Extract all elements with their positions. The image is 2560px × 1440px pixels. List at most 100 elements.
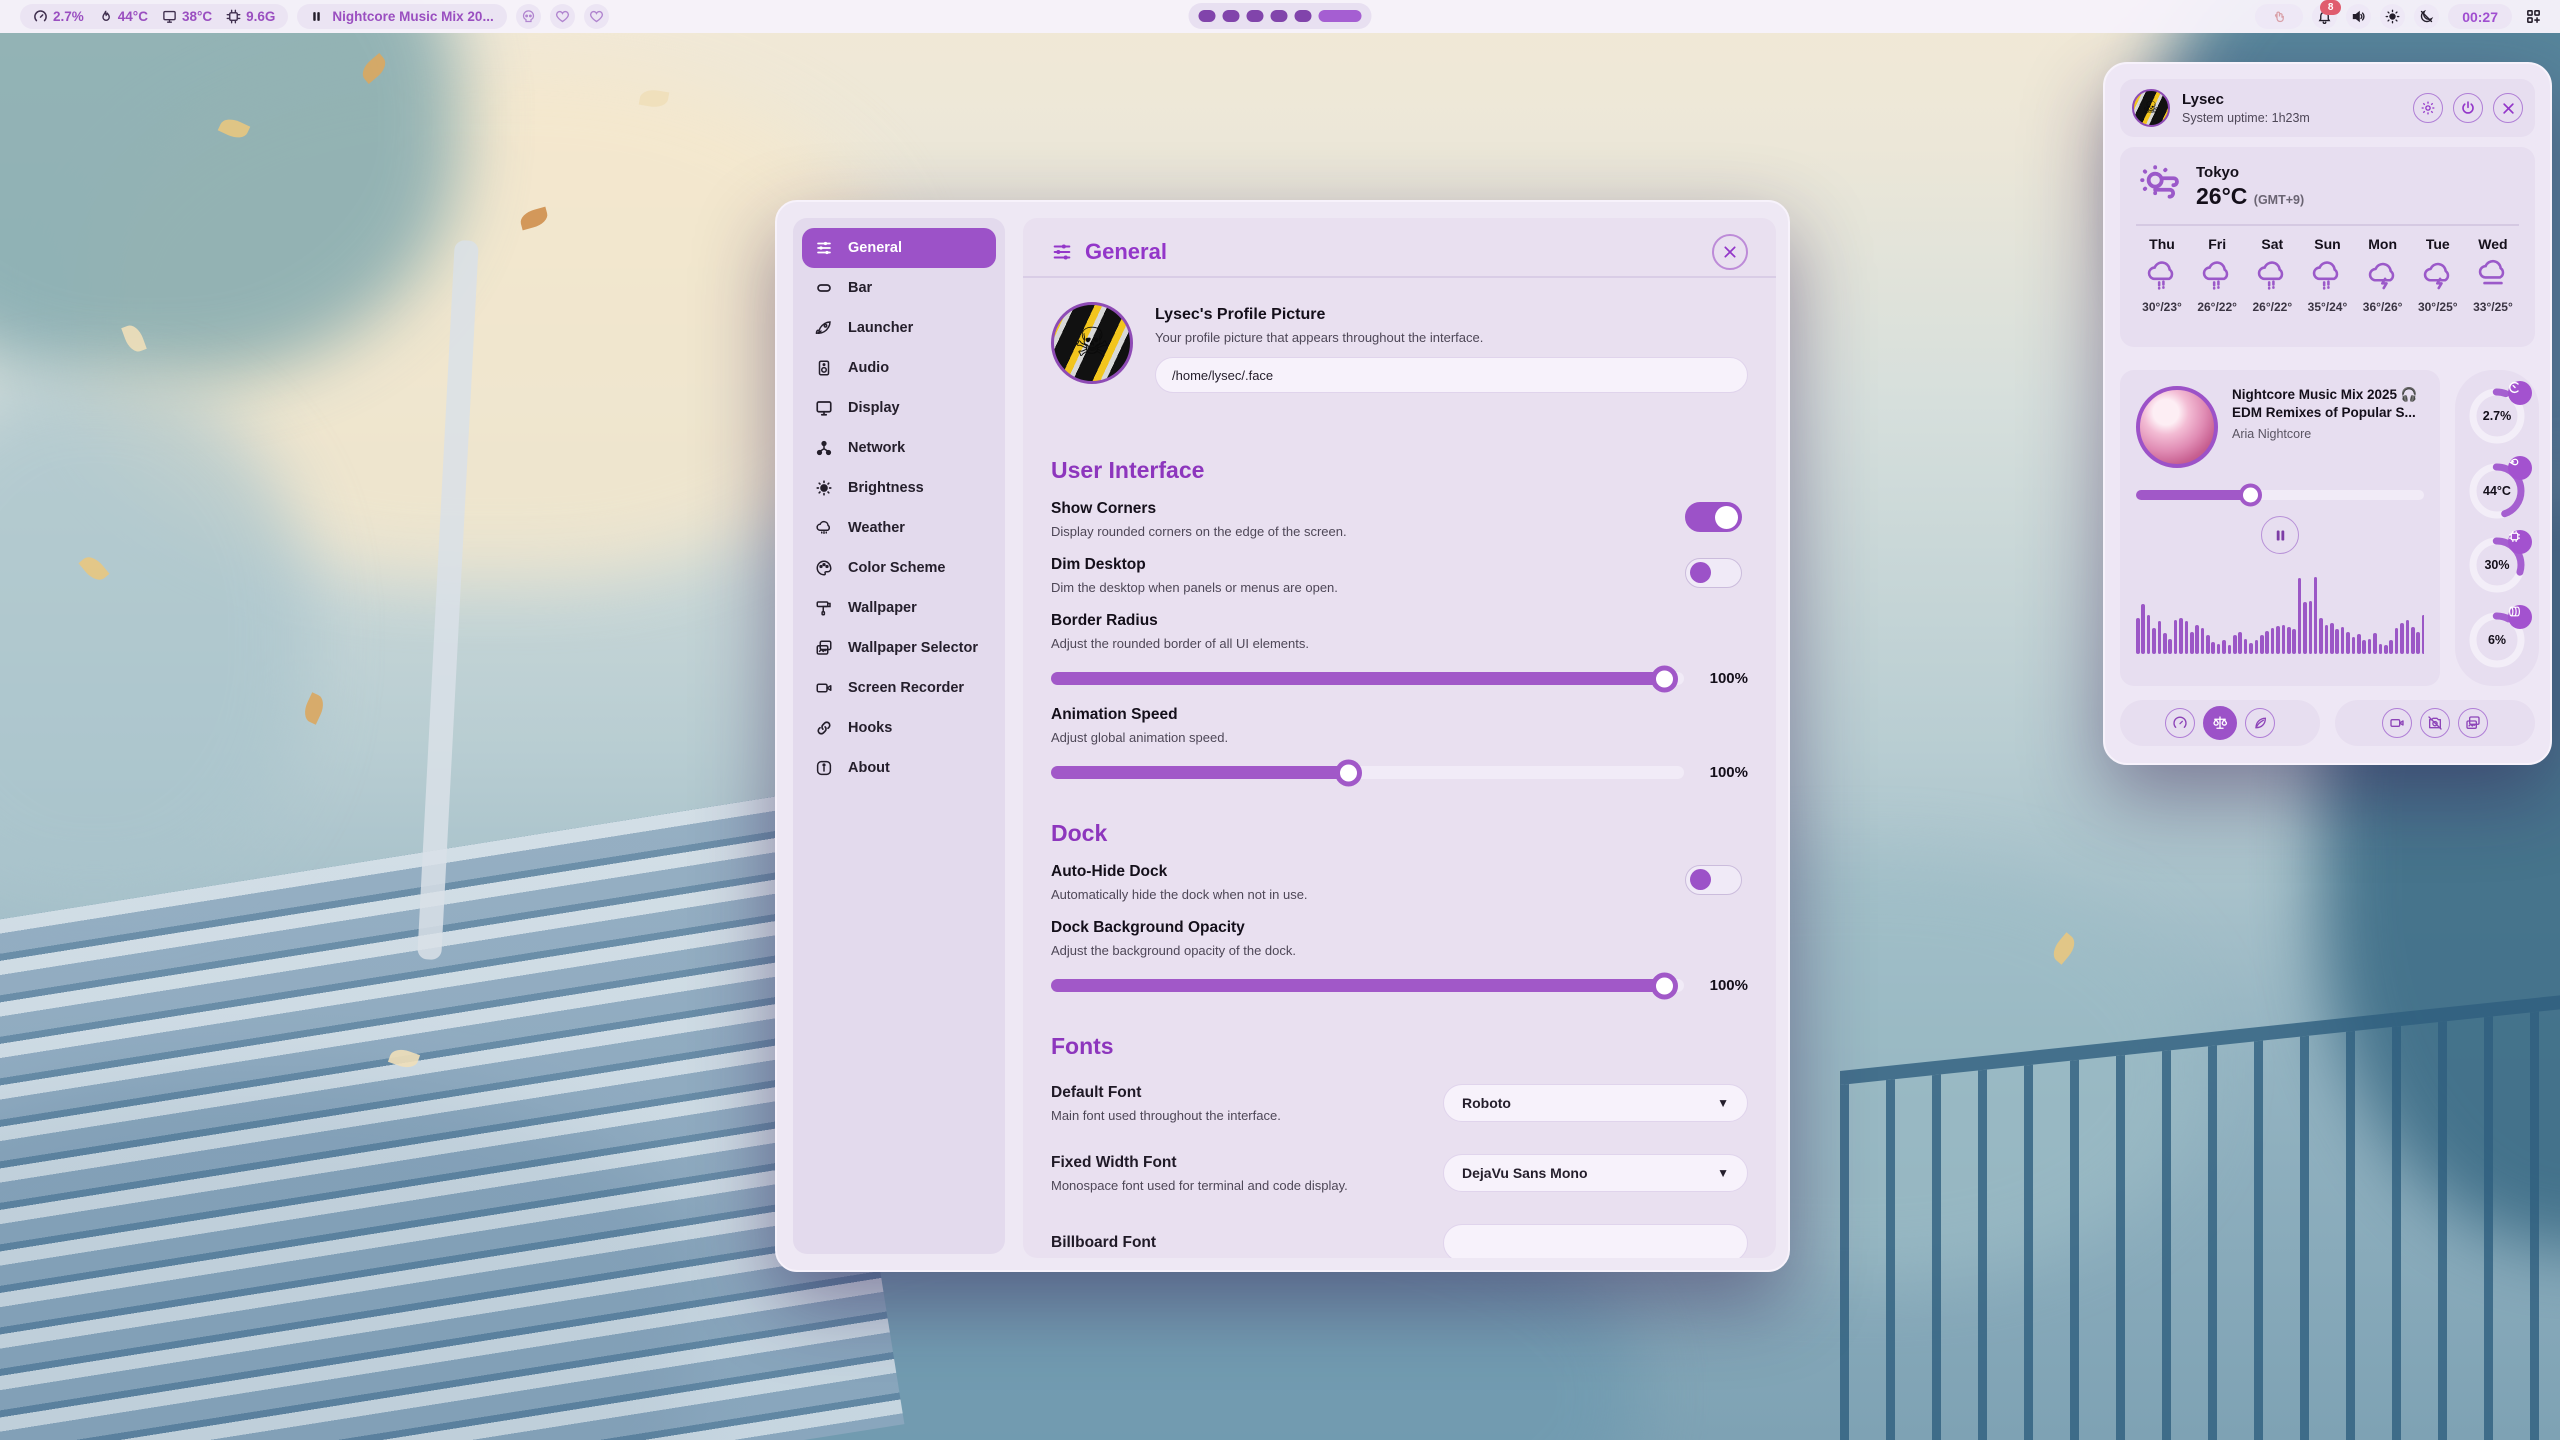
system-stats-pill: 2.7% 44°C 38°C 9.6G: [20, 4, 288, 29]
animation-speed-value: 100%: [1698, 764, 1748, 781]
setting-billboard-font: Billboard Font: [1051, 1216, 1748, 1258]
workspace-dot[interactable]: [1199, 10, 1216, 22]
close-icon[interactable]: [1712, 234, 1748, 270]
audio-visualizer: [2136, 568, 2424, 654]
bell-icon[interactable]: 8: [2312, 4, 2337, 29]
chip-icon: [226, 9, 241, 24]
images-icon: [815, 639, 833, 657]
section-title-dock: Dock: [1051, 820, 1748, 847]
workspace-active-pill[interactable]: [1319, 10, 1362, 22]
memory-gauge: 30%: [2468, 536, 2526, 594]
scales-icon[interactable]: [2203, 706, 2237, 740]
monitor-icon: [162, 9, 177, 24]
fixed-width-font-dropdown[interactable]: DejaVu Sans Mono ▼: [1443, 1154, 1748, 1192]
animation-speed-slider[interactable]: [1051, 766, 1684, 779]
camera-off-icon[interactable]: [2420, 708, 2450, 738]
weather-city: Tokyo: [2196, 164, 2304, 181]
user-card: ☠ Lysec System uptime: 1h23m: [2120, 79, 2535, 137]
speaker-box-icon: [815, 359, 833, 377]
flame-icon: [2508, 456, 2532, 480]
clock[interactable]: 00:27: [2448, 4, 2512, 29]
sun-icon[interactable]: [2380, 4, 2405, 29]
cloud-drizzle-icon: [2255, 259, 2289, 293]
media-player-card: Nightcore Music Mix 2025 🎧 EDM Remixes o…: [2120, 370, 2440, 686]
profile-avatar: ☠: [1051, 302, 1133, 384]
gear-icon[interactable]: [2413, 93, 2443, 123]
cpu-usage-stat: 2.7%: [33, 9, 84, 24]
weather-card: Tokyo 26°C (GMT+9) Thu 30°/23° Fri 26°/2…: [2120, 147, 2535, 347]
heart-icon[interactable]: [584, 4, 609, 29]
section-title-fonts: Fonts: [1051, 1033, 1748, 1060]
info-icon: [815, 759, 833, 777]
skull-icon[interactable]: [516, 4, 541, 29]
track-progress-slider[interactable]: [2136, 490, 2424, 500]
cloud-drizzle-icon: [2310, 259, 2344, 293]
setting-animation-speed: Animation Speed Adjust global animation …: [1051, 706, 1748, 786]
default-font-dropdown[interactable]: Roboto ▼: [1443, 1084, 1748, 1122]
sidebar-item-screen-recorder[interactable]: Screen Recorder: [802, 668, 996, 708]
header-divider: [1023, 276, 1776, 278]
slider-thumb[interactable]: [1335, 759, 1362, 786]
gpu-temp-stat: 38°C: [162, 9, 212, 24]
paint-roller-icon: [815, 599, 833, 617]
pause-icon[interactable]: [2261, 516, 2299, 554]
sidebar-item-weather[interactable]: Weather: [802, 508, 996, 548]
slider-thumb[interactable]: [1651, 665, 1678, 692]
chip-icon: [2508, 530, 2532, 554]
sidebar-item-bar[interactable]: Bar: [802, 268, 996, 308]
sidebar-item-color-scheme[interactable]: Color Scheme: [802, 548, 996, 588]
power-icon[interactable]: [2453, 93, 2483, 123]
dock-opacity-slider[interactable]: [1051, 979, 1684, 992]
profile-path-input[interactable]: /home/lysec/.face: [1155, 357, 1748, 393]
cpu-gauge: 2.7%: [2468, 387, 2526, 445]
slider-thumb[interactable]: [2239, 484, 2262, 507]
sidebar-item-wallpaper[interactable]: Wallpaper: [802, 588, 996, 628]
sidebar-item-wallpaper-selector[interactable]: Wallpaper Selector: [802, 628, 996, 668]
chevron-down-icon: ▼: [1717, 1096, 1729, 1110]
power-profile-group: [2120, 700, 2320, 746]
workspace-dot[interactable]: [1271, 10, 1288, 22]
workspace-dot[interactable]: [1223, 10, 1240, 22]
app-tray-icon[interactable]: [2255, 4, 2303, 29]
weather-timezone: (GMT+9): [2254, 193, 2304, 207]
chevron-down-icon: ▼: [1717, 1166, 1729, 1180]
show-corners-toggle[interactable]: [1685, 502, 1742, 532]
dim-desktop-toggle[interactable]: [1685, 558, 1742, 588]
heart-icon[interactable]: [550, 4, 575, 29]
speedometer-icon[interactable]: [2165, 708, 2195, 738]
workspace-switcher[interactable]: [1189, 3, 1372, 29]
profile-title: Lysec's Profile Picture: [1155, 306, 1748, 324]
sidebar-item-hooks[interactable]: Hooks: [802, 708, 996, 748]
sun-wind-icon: [2136, 161, 2182, 212]
close-icon[interactable]: [2493, 93, 2523, 123]
forecast-day: Sun 35°/24°: [2301, 236, 2353, 314]
volume-icon[interactable]: [2346, 4, 2371, 29]
workspace-dot[interactable]: [1247, 10, 1264, 22]
sidebar-item-audio[interactable]: Audio: [802, 348, 996, 388]
night-light-off-icon[interactable]: [2414, 4, 2439, 29]
images-icon[interactable]: [2458, 708, 2488, 738]
sidebar-item-launcher[interactable]: Launcher: [802, 308, 996, 348]
disk-gauge: 6%: [2468, 611, 2526, 669]
border-radius-slider[interactable]: [1051, 672, 1684, 685]
profile-description: Your profile picture that appears throug…: [1155, 330, 1748, 345]
slider-thumb[interactable]: [1651, 972, 1678, 999]
cloud-drizzle-icon: [2145, 259, 2179, 293]
album-art: [2136, 386, 2218, 468]
setting-dim-desktop: Dim Desktop Dim the desktop when panels …: [1051, 556, 1748, 598]
cpu-temp-stat: 44°C: [98, 9, 148, 24]
sidebar-item-network[interactable]: Network: [802, 428, 996, 468]
sidebar-item-display[interactable]: Display: [802, 388, 996, 428]
leaf-icon[interactable]: [2245, 708, 2275, 738]
brightness-icon: [815, 479, 833, 497]
billboard-font-dropdown[interactable]: [1443, 1224, 1748, 1258]
sidebar-item-about[interactable]: About: [802, 748, 996, 788]
user-name: Lysec: [2182, 91, 2310, 108]
media-pill[interactable]: Nightcore Music Mix 20...: [297, 4, 506, 29]
workspace-dot[interactable]: [1295, 10, 1312, 22]
apps-grid-icon[interactable]: [2521, 4, 2546, 29]
auto-hide-dock-toggle[interactable]: [1685, 865, 1742, 895]
sidebar-item-brightness[interactable]: Brightness: [802, 468, 996, 508]
sidebar-item-general[interactable]: General: [802, 228, 996, 268]
video-camera-icon[interactable]: [2382, 708, 2412, 738]
